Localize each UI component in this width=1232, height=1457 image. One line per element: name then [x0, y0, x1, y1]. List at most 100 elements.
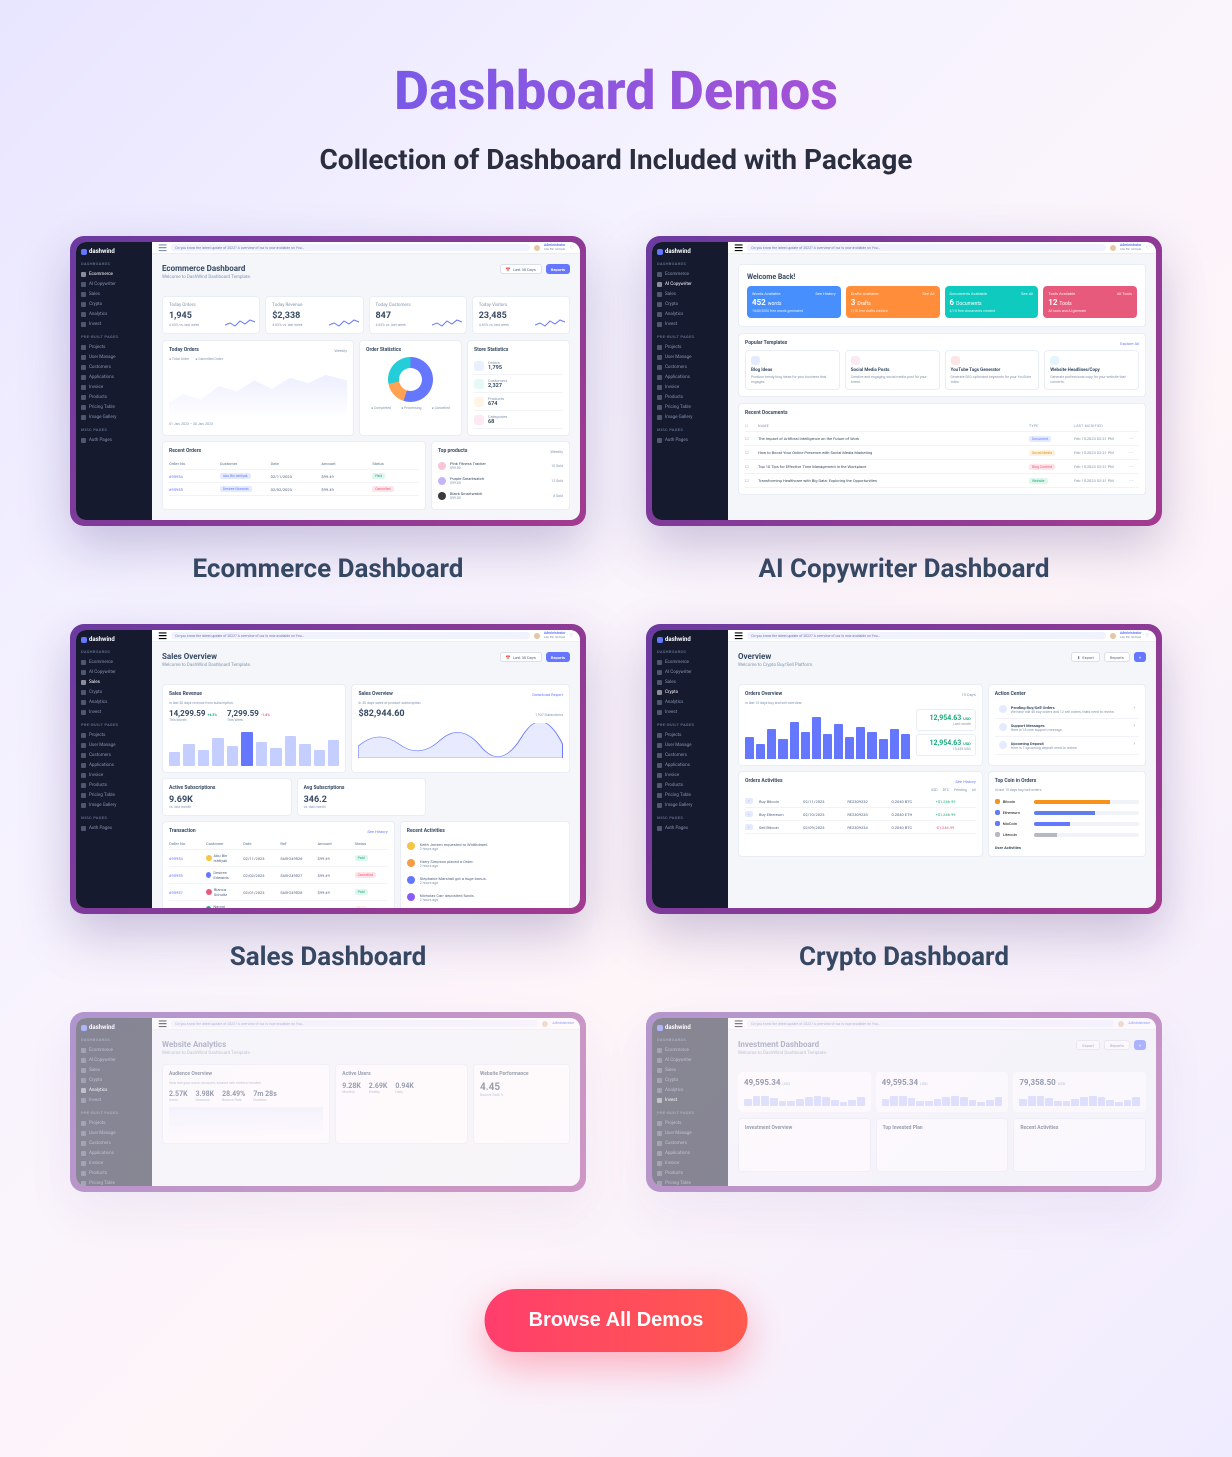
filter-tab[interactable]: Pending [954, 788, 967, 792]
sidebar-item[interactable]: Applications [81, 1148, 147, 1158]
sidebar-item[interactable]: AI Copywriter [81, 667, 147, 677]
sidebar-item[interactable]: Products [657, 780, 723, 790]
download-report-link[interactable]: Download Report [532, 692, 563, 697]
table-row[interactable]: ↓Sell Bitcoin02/09/2023RE23092340.2040 B… [745, 821, 976, 834]
sidebar-item[interactable]: Invoice [657, 382, 723, 392]
sidebar-item[interactable]: User Manage [657, 1128, 723, 1138]
sidebar-item[interactable]: Ecommerce [81, 1045, 147, 1055]
sidebar-item[interactable]: Analytics [81, 697, 147, 707]
bell-icon[interactable]: ♡ [1146, 633, 1150, 639]
sidebar-item[interactable]: Invest [81, 1095, 147, 1105]
sidebar-item[interactable]: Projects [81, 1118, 147, 1128]
sidebar-item[interactable]: Projects [81, 342, 147, 352]
action-item[interactable]: Pending Buy/Sell OrdersWe have still 40 … [995, 701, 1139, 719]
sidebar-item[interactable]: Projects [657, 342, 723, 352]
sidebar-item[interactable]: Projects [81, 730, 147, 740]
stat-tile[interactable]: Tools AvailableAll Tools12 ToolsAll tool… [1043, 286, 1137, 318]
sidebar-item[interactable]: Auth Pages [81, 435, 147, 445]
sidebar-item[interactable]: Invest [657, 1095, 723, 1105]
table-row[interactable]: ☐How to Boost Your Online Presence with … [745, 446, 1139, 460]
avatar[interactable] [1118, 1021, 1124, 1027]
bell-icon[interactable]: ♡ [1146, 245, 1150, 251]
sidebar-item[interactable]: Applications [81, 372, 147, 382]
sidebar-item[interactable]: Applications [657, 1148, 723, 1158]
avatar[interactable] [1110, 245, 1116, 251]
sidebar-item[interactable]: Analytics [657, 697, 723, 707]
sidebar-item[interactable]: Crypto [81, 1075, 147, 1085]
stat-tile[interactable]: Drafts AvailableSee All3 Drafts7/10 free… [846, 286, 940, 318]
sidebar-item[interactable]: Invoice [81, 382, 147, 392]
avatar[interactable] [534, 633, 540, 639]
sidebar-item[interactable]: User Manage [81, 352, 147, 362]
sidebar-item[interactable]: Products [81, 392, 147, 402]
demo-analytics[interactable]: dashwind DASHBOARDSEcommerceAI Copywrite… [70, 1012, 586, 1192]
sidebar-item[interactable]: Auth Pages [81, 823, 147, 833]
template-card[interactable]: Website Headlines/CopyGenerate professio… [1044, 350, 1139, 390]
sidebar-item[interactable]: Invest [81, 707, 147, 717]
sidebar-item[interactable]: Image Gallery [657, 412, 723, 422]
sidebar-item[interactable]: Products [81, 780, 147, 790]
list-item[interactable]: Black Smartwatch$99.008 Sold [438, 488, 563, 503]
sidebar-item[interactable]: Pricing Table [657, 1178, 723, 1186]
sidebar-item[interactable]: Invoice [657, 1158, 723, 1168]
sidebar-item[interactable]: Auth Pages [657, 435, 723, 445]
sidebar-item[interactable]: Ecommerce [657, 657, 723, 667]
filter-tab[interactable]: USD [931, 788, 938, 792]
sidebar-item[interactable]: Pricing Table [81, 1178, 147, 1186]
sidebar-item[interactable]: Applications [657, 760, 723, 770]
avatar[interactable] [534, 245, 540, 251]
demo-ai-copywriter[interactable]: dashwind DASHBOARDSEcommerceAI Copywrite… [646, 236, 1162, 584]
sidebar-item[interactable]: Products [657, 392, 723, 402]
filter-tab[interactable]: BTC [943, 788, 949, 792]
sidebar-item[interactable]: Invoice [81, 1158, 147, 1168]
sidebar-item[interactable]: Image Gallery [657, 800, 723, 810]
table-row[interactable]: ☐Transforming Healthcare with Big Data: … [745, 474, 1139, 488]
stat-tile[interactable]: Words AvailableSee History452 words1548/… [747, 286, 841, 318]
list-item[interactable]: Purple Smartwatch$99.0012 Sold [438, 473, 563, 488]
demo-crypto[interactable]: dashwind DASHBOARDSEcommerceAI Copywrite… [646, 624, 1162, 972]
browse-all-demos-button[interactable]: Browse All Demos [485, 1289, 748, 1352]
sidebar-item[interactable]: Ecommerce [657, 269, 723, 279]
demo-investment[interactable]: dashwind DASHBOARDSEcommerceAI Copywrite… [646, 1012, 1162, 1192]
sidebar-item[interactable]: User Manage [81, 1128, 147, 1138]
sidebar-item[interactable]: Applications [657, 372, 723, 382]
sidebar-item[interactable]: Customers [81, 362, 147, 372]
table-row[interactable]: #95950Naomi Lawrence01/29/2023SUB-249529… [169, 901, 388, 908]
sidebar-item[interactable]: Sales [81, 677, 147, 687]
sidebar-item[interactable]: Sales [81, 1065, 147, 1075]
add-button[interactable]: + [1134, 652, 1146, 662]
sidebar-item[interactable]: Products [657, 1168, 723, 1178]
sidebar-item[interactable]: Crypto [81, 687, 147, 697]
sidebar-item[interactable]: Auth Pages [657, 823, 723, 833]
bell-icon[interactable]: ♡ [570, 633, 574, 639]
sidebar-item[interactable]: Crypto [657, 299, 723, 309]
sidebar-item[interactable]: Invest [657, 707, 723, 717]
sidebar-item[interactable]: Pricing Table [657, 790, 723, 800]
sidebar-item[interactable]: Sales [657, 289, 723, 299]
sidebar-item[interactable]: AI Copywriter [657, 279, 723, 289]
sidebar-item[interactable]: Projects [657, 730, 723, 740]
table-row[interactable]: #95954Abu Bin Ishtiyak02/11/2023$99.49Pa… [169, 470, 419, 483]
sidebar-item[interactable]: Products [81, 1168, 147, 1178]
list-item[interactable]: Pink Fitness Tracker$99.0010 Sold [438, 458, 563, 473]
sidebar-item[interactable]: Analytics [657, 1085, 723, 1095]
sidebar-item[interactable]: Pricing Table [81, 790, 147, 800]
reports-button[interactable]: Reports [1104, 1040, 1130, 1050]
sidebar-item[interactable]: Projects [657, 1118, 723, 1128]
bell-icon[interactable]: ♡ [570, 245, 574, 251]
sidebar-item[interactable]: Customers [657, 1138, 723, 1148]
action-item[interactable]: Support MessagesHere is 18 new support m… [995, 719, 1139, 737]
avatar[interactable] [1110, 633, 1116, 639]
sidebar-item[interactable]: AI Copywriter [81, 279, 147, 289]
sidebar-item[interactable]: Invoice [657, 770, 723, 780]
template-card[interactable]: Social Media PostsCreative and engaging … [845, 350, 940, 390]
sidebar-item[interactable]: Customers [657, 362, 723, 372]
sidebar-item[interactable]: Customers [81, 750, 147, 760]
sidebar-item[interactable]: Invest [657, 319, 723, 329]
sidebar-item[interactable]: User Manage [657, 740, 723, 750]
sidebar-item[interactable]: Customers [657, 750, 723, 760]
template-card[interactable]: YouTube Tags GeneratorGenerate SEO optim… [945, 350, 1040, 390]
sidebar-item[interactable]: Pricing Table [81, 402, 147, 412]
sidebar-item[interactable]: AI Copywriter [81, 1055, 147, 1065]
sidebar-item[interactable]: Crypto [81, 299, 147, 309]
